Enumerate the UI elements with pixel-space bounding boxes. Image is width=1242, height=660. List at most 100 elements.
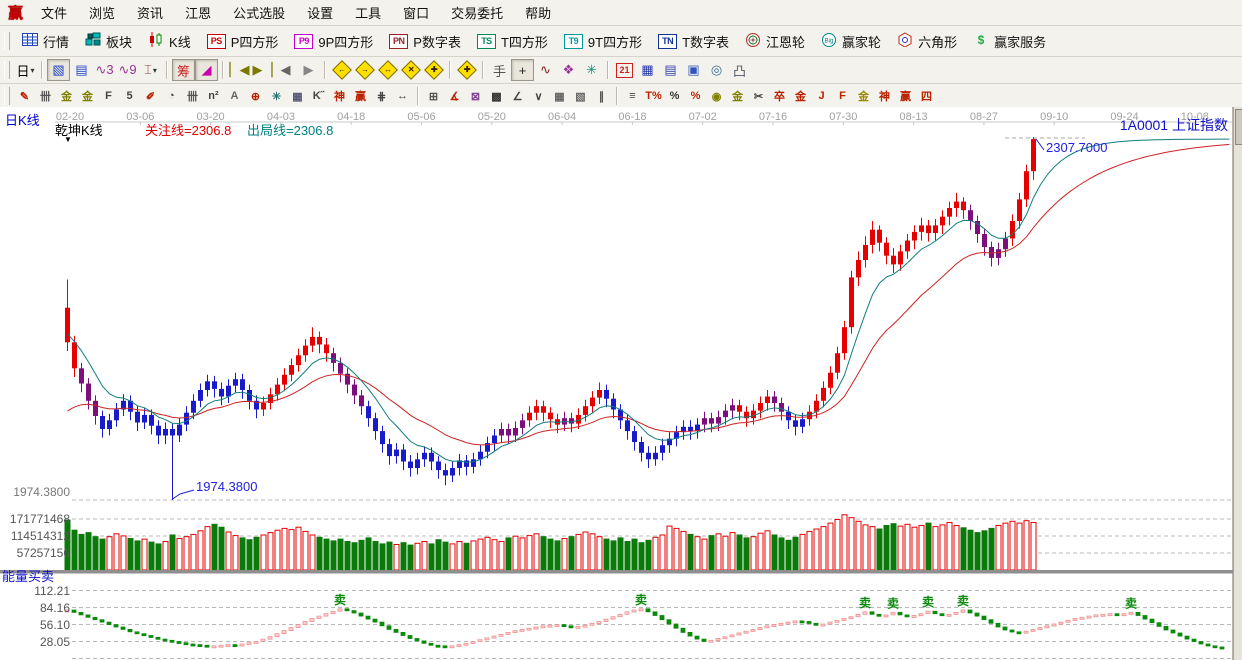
draw-tool-ying-tool[interactable]: 赢 [350, 87, 371, 106]
toolbar-prev-bar[interactable]: ◀ [274, 59, 297, 81]
draw-tool-time-cycle[interactable]: ◔ [161, 87, 182, 106]
draw-tool-gann-ruler[interactable]: 卌 [35, 87, 56, 106]
toolbar-candle-style[interactable]: ⌶▾ [139, 59, 162, 81]
toolbar-first-bar[interactable]: ▏◀ [228, 59, 251, 81]
toolbar-notes[interactable]: ▤ [659, 59, 682, 81]
toolbar-wave-3[interactable]: ∿3 [93, 59, 116, 81]
menu-item-trade-order[interactable]: 交易委托 [440, 0, 514, 25]
toolbar-pane-layout[interactable]: ▧ [47, 59, 70, 81]
draw-tool-eraser[interactable]: ✐ [140, 87, 161, 106]
toolbar-hand-tool[interactable]: 手 [488, 59, 511, 81]
toolbar-print[interactable]: 凸 [728, 59, 751, 81]
menu-item-gann[interactable]: 江恩 [174, 0, 222, 25]
toolbar-quote-board[interactable]: ▤ [70, 59, 93, 81]
toolbar-pattern-tool[interactable]: ❖ [557, 59, 580, 81]
menu-item-news[interactable]: 资讯 [126, 0, 174, 25]
draw-tool-fan-lines[interactable]: ∡ [444, 87, 465, 106]
toolbar-calculator[interactable]: ▦ [636, 59, 659, 81]
overlay-dropdown-caret[interactable]: ▼ [64, 136, 72, 145]
draw-tool-pen-tool[interactable]: ✎ [14, 87, 35, 106]
draw-tool-gold-circle[interactable]: ◉ [706, 87, 727, 106]
toolbar-p-number-table[interactable]: PNP数字表 [381, 28, 469, 55]
draw-tool-gold-ruler-b[interactable]: 金 [77, 87, 98, 106]
draw-tool-gold-angle[interactable]: 金 [790, 87, 811, 106]
menu-item-settings[interactable]: 设置 [296, 0, 344, 25]
chart-scrollbar[interactable] [1233, 107, 1242, 660]
menu-item-file[interactable]: 文件 [30, 0, 78, 25]
draw-tool-gann-star[interactable]: ✳ [266, 87, 287, 106]
toolbar-next-bar[interactable]: ▶ [297, 59, 320, 81]
toolbar-polyline-tool[interactable]: ∿ [534, 59, 557, 81]
draw-tool-span-measure[interactable]: ↔ [392, 87, 413, 106]
draw-tool-parallel-lines[interactable]: ∥ [591, 87, 612, 106]
toolbar-web-export[interactable]: ◎ [705, 59, 728, 81]
toolbar-quotes[interactable]: 行情 [14, 28, 77, 55]
draw-tool-ying-angle[interactable]: 赢 [895, 87, 916, 106]
panel-type-label[interactable]: 日K线 [5, 114, 40, 128]
draw-tool-j-angle[interactable]: J [811, 87, 832, 106]
draw-tool-x-box[interactable]: ⊠ [465, 87, 486, 106]
draw-tool-stats-panel[interactable]: ≡ [622, 87, 643, 106]
toolbar-winner-wheel[interactable]: Big赢家轮 [813, 28, 889, 55]
toolbar-kline[interactable]: K线 [140, 28, 199, 55]
toolbar-t-square[interactable]: TST四方形 [469, 28, 556, 55]
draw-tool-fibonacci-ruler[interactable]: F [98, 87, 119, 106]
toolbar-expand-view-button[interactable]: ✚ [422, 59, 445, 81]
draw-tool-grid-a[interactable]: ▦ [549, 87, 570, 106]
toolbar-last-bar[interactable]: ▶▕ [251, 59, 274, 81]
toolbar-t-number-table[interactable]: TNT数字表 [650, 28, 737, 55]
draw-tool-shen-tool[interactable]: 神 [329, 87, 350, 106]
toolbar-compress-view-button[interactable]: ✕ [399, 59, 422, 81]
toolbar-chip-distribution[interactable]: 筹 [172, 59, 195, 81]
draw-tool-measure-123[interactable]: ⋕ [371, 87, 392, 106]
toolbar-calendar[interactable]: 21 [613, 59, 636, 81]
toolbar-crosshair-tool[interactable]: + [511, 59, 534, 81]
draw-tool-price-ruler[interactable]: 卌 [182, 87, 203, 106]
draw-tool-gann-circle[interactable]: ⊕ [245, 87, 266, 106]
toolbar-script-tool[interactable]: ✳ [580, 59, 603, 81]
draw-tool-v-lines[interactable]: ∨ [528, 87, 549, 106]
draw-tool-cut-tool[interactable]: ✂ [748, 87, 769, 106]
draw-tool-percent-lines[interactable]: % [685, 87, 706, 106]
scrollbar-thumb[interactable] [1235, 109, 1242, 145]
toolbar-p-square[interactable]: PSP四方形 [199, 28, 287, 55]
draw-tool-text-annotation[interactable]: A [224, 87, 245, 106]
draw-tool-k-mark[interactable]: K˝ [308, 87, 329, 106]
menu-item-tools[interactable]: 工具 [344, 0, 392, 25]
toolbar-9p-square[interactable]: P99P四方形 [286, 28, 381, 55]
overlay-indicator-label[interactable]: 乾坤K线 [55, 124, 103, 138]
draw-tool-spiral-ruler[interactable]: 5 [119, 87, 140, 106]
chart-canvas[interactable]: 02-2003-0603-2004-0304-1805-0605-2006-04… [0, 107, 1242, 660]
toolbar-gann-wheel[interactable]: 江恩轮 [737, 28, 813, 55]
toolbar-shift-left-button[interactable]: ← [330, 59, 353, 81]
draw-tool-f-angle[interactable]: F [832, 87, 853, 106]
toolbar-9t-square[interactable]: T99T四方形 [556, 28, 650, 55]
draw-tool-shaded-box[interactable]: ▩ [486, 87, 507, 106]
draw-tool-grid-b[interactable]: ▧ [570, 87, 591, 106]
toolbar-sectors[interactable]: 板块 [77, 28, 140, 55]
toolbar-zoom-horizontal-button[interactable]: ↔ [376, 59, 399, 81]
draw-tool-t-percent[interactable]: T% [643, 87, 664, 106]
draw-tool-shen-angle[interactable]: 神 [874, 87, 895, 106]
toolbar-winner-service[interactable]: $赢家服务 [965, 28, 1054, 55]
draw-tool-square-of-nine[interactable]: n² [203, 87, 224, 106]
toolbar-hexagon[interactable]: 六角形 [889, 28, 965, 55]
toolbar-volume-profile[interactable]: ◢ [195, 59, 218, 81]
draw-tool-gann-web[interactable]: ▦ [287, 87, 308, 106]
menu-item-help[interactable]: 帮助 [514, 0, 562, 25]
draw-tool-gold-ruler-a[interactable]: 金 [56, 87, 77, 106]
toolbar-period-daily[interactable]: 日▾ [14, 59, 37, 81]
draw-tool-angle-lines[interactable]: ∠ [507, 87, 528, 106]
draw-tool-box-tool[interactable]: ⊞ [423, 87, 444, 106]
toolbar-save[interactable]: ▣ [682, 59, 705, 81]
toolbar-shift-right-button[interactable]: → [353, 59, 376, 81]
draw-tool-gold-lines[interactable]: 金 [727, 87, 748, 106]
draw-tool-percent-tool[interactable]: % [664, 87, 685, 106]
draw-tool-si-angle[interactable]: 四 [916, 87, 937, 106]
draw-tool-zu-marker[interactable]: 卒 [769, 87, 790, 106]
menu-item-window[interactable]: 窗口 [392, 0, 440, 25]
menu-item-browse[interactable]: 浏览 [78, 0, 126, 25]
toolbar-wave-9[interactable]: ∿9 [116, 59, 139, 81]
draw-tool-gold-angle-2[interactable]: 金 [853, 87, 874, 106]
toolbar-move-view-button[interactable]: ✚ [455, 59, 478, 81]
